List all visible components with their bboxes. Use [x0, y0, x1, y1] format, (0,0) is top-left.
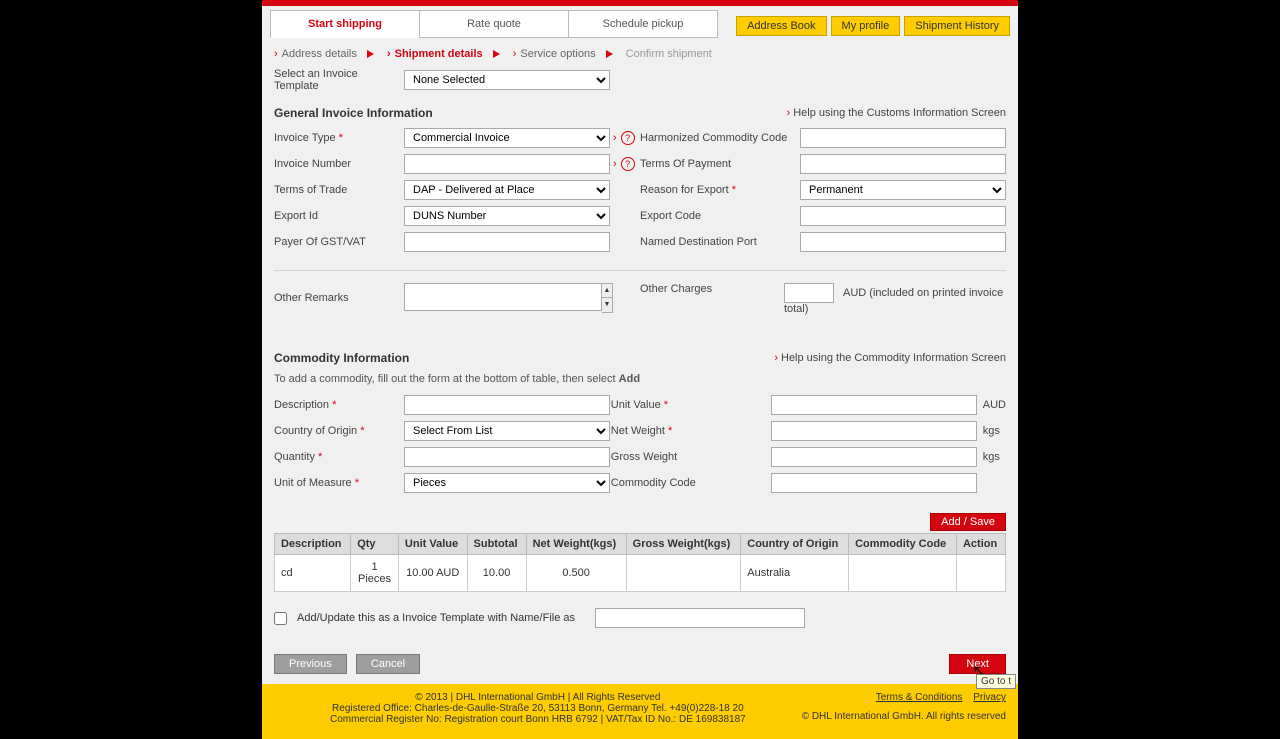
payer-input[interactable] [404, 232, 610, 252]
commodity-code-input[interactable] [771, 473, 977, 493]
unit-value-input[interactable] [771, 395, 977, 415]
next-button[interactable]: Next ↖ [949, 654, 1006, 674]
uom-select[interactable]: Pieces [404, 473, 610, 493]
breadcrumb: ›Address details ›Shipment details ›Serv… [262, 38, 1018, 68]
net-weight-input[interactable] [771, 421, 977, 441]
terms-trade-select[interactable]: DAP - Delivered at Place [404, 180, 610, 200]
cancel-button[interactable]: Cancel [356, 654, 420, 674]
template-label: Select an Invoice Template [274, 68, 404, 92]
other-charges-input[interactable] [784, 283, 834, 303]
invoice-number-input[interactable] [404, 154, 610, 174]
help-icon[interactable]: ? [621, 157, 635, 171]
terms-payment-input[interactable] [800, 154, 1006, 174]
tab-rate-quote[interactable]: Rate quote [419, 10, 569, 38]
my-profile-button[interactable]: My profile [831, 16, 901, 36]
footer: © 2013 | DHL International GmbH | All Ri… [262, 684, 1018, 739]
description-input[interactable] [404, 395, 610, 415]
privacy-link[interactable]: Privacy [973, 692, 1006, 703]
export-code-input[interactable] [800, 206, 1006, 226]
template-checkbox-label: Add/Update this as a Invoice Template wi… [297, 612, 575, 624]
export-id-select[interactable]: DUNS Number [404, 206, 610, 226]
template-name-input[interactable] [595, 608, 805, 628]
address-book-button[interactable]: Address Book [736, 16, 826, 36]
main-tabs: Start shipping Rate quote Schedule picku… [270, 10, 717, 38]
tooltip: Go to t [976, 674, 1016, 689]
table-row: cd 1 Pieces 10.00 AUD 10.00 0.500 Austra… [275, 555, 1006, 592]
spin-up-icon[interactable]: ▲ [602, 284, 612, 298]
general-section-title: General Invoice Information [274, 106, 433, 120]
commodity-table: Description Qty Unit Value Subtotal Net … [274, 533, 1006, 592]
invoice-type-select[interactable]: Commercial Invoice [404, 128, 610, 148]
tab-start-shipping[interactable]: Start shipping [270, 10, 420, 38]
other-remarks-textarea[interactable] [404, 283, 602, 311]
gross-weight-input[interactable] [771, 447, 977, 467]
country-origin-select[interactable]: Select From List [404, 421, 610, 441]
terms-link[interactable]: Terms & Conditions [876, 692, 963, 703]
spin-down-icon[interactable]: ▼ [602, 298, 612, 312]
add-save-button[interactable]: Add / Save [930, 513, 1006, 531]
previous-button[interactable]: Previous [274, 654, 347, 674]
tab-schedule-pickup[interactable]: Schedule pickup [568, 10, 718, 38]
quantity-input[interactable] [404, 447, 610, 467]
reason-export-select[interactable]: Permanent [800, 180, 1006, 200]
shipment-history-button[interactable]: Shipment History [904, 16, 1010, 36]
invoice-template-select[interactable]: None Selected [404, 70, 610, 90]
help-customs-link[interactable]: ›Help using the Customs Information Scre… [787, 107, 1006, 119]
template-checkbox[interactable] [274, 612, 287, 625]
help-icon[interactable]: ? [621, 131, 635, 145]
help-commodity-link[interactable]: ›Help using the Commodity Information Sc… [774, 352, 1006, 364]
hcc-input[interactable] [800, 128, 1006, 148]
commodity-section-title: Commodity Information [274, 351, 409, 365]
named-dest-port-input[interactable] [800, 232, 1006, 252]
